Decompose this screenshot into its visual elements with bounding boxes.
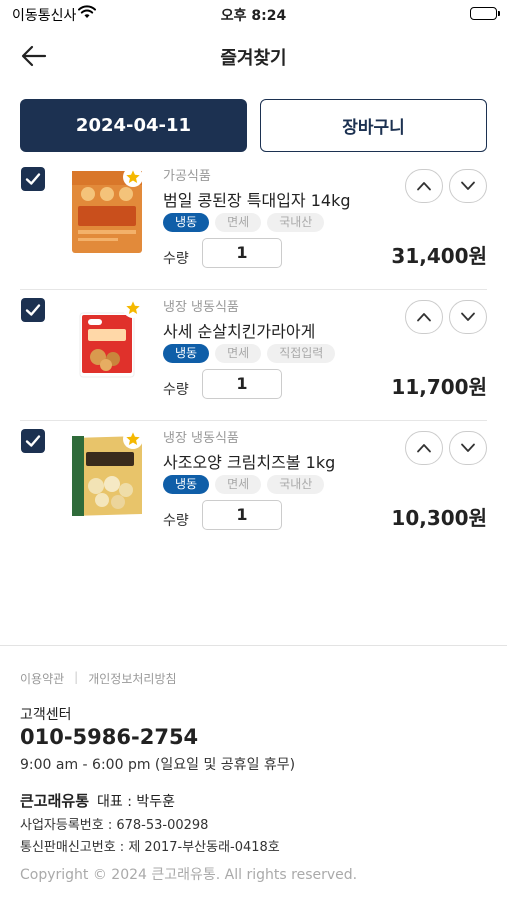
business-hours: 9:00 am - 6:00 pm (일요일 및 공휴일 휴무) bbox=[20, 757, 296, 773]
item-tags: 냉동 면세 국내산 bbox=[163, 213, 325, 232]
clock: 오후 8:24 bbox=[220, 8, 287, 24]
list-item: 냉장 냉동식품 사세 순살치킨가라아게 냉동 면세 직접입력 수량 1 11,7… bbox=[0, 291, 507, 421]
move-down-button[interactable] bbox=[449, 300, 487, 334]
page-title: 즐겨찾기 bbox=[220, 48, 287, 69]
quantity-input[interactable]: 1 bbox=[202, 238, 282, 268]
quantity-label: 수량 bbox=[163, 382, 189, 398]
footer-links: 이용약관 | 개인정보처리방침 bbox=[20, 670, 177, 687]
item-checkbox[interactable] bbox=[21, 298, 45, 322]
quantity-label: 수량 bbox=[163, 513, 189, 529]
customer-center-label: 고객센터 bbox=[20, 707, 72, 723]
quantity-input[interactable]: 1 bbox=[202, 500, 282, 530]
tag-tax-free: 면세 bbox=[215, 344, 262, 363]
item-price: 31,400원 bbox=[391, 244, 487, 268]
list-item: 가공식품 범일 콩된장 특대입자 14kg 냉동 면세 국내산 수량 1 31,… bbox=[0, 160, 507, 290]
chevron-up-icon bbox=[417, 444, 431, 453]
tag-origin: 직접입력 bbox=[267, 344, 336, 363]
divider bbox=[20, 289, 487, 290]
cart-button[interactable]: 장바구니 bbox=[260, 99, 487, 152]
chevron-up-icon bbox=[417, 313, 431, 322]
tag-frozen: 냉동 bbox=[163, 475, 210, 494]
check-icon bbox=[25, 304, 41, 316]
status-bar: 이동통신사 오후 8:24 bbox=[0, 0, 507, 30]
tag-tax-free: 면세 bbox=[215, 213, 262, 232]
item-name: 범일 콩된장 특대입자 14kg bbox=[163, 191, 351, 210]
divider bbox=[20, 420, 487, 421]
chevron-down-icon bbox=[461, 312, 475, 321]
chevron-up-icon bbox=[417, 182, 431, 191]
business-registration: 사업자등록번호 : 678-53-00298 bbox=[20, 818, 209, 833]
item-name: 사세 순살치킨가라아게 bbox=[163, 322, 316, 341]
header: 즐겨찾기 bbox=[0, 36, 507, 76]
company-name: 큰고래유통 bbox=[20, 792, 90, 810]
move-up-button[interactable] bbox=[405, 169, 443, 203]
terms-link[interactable]: 이용약관 bbox=[20, 670, 64, 687]
copyright: Copyright © 2024 큰고래유통. All rights reser… bbox=[20, 867, 358, 883]
link-divider: | bbox=[74, 670, 79, 684]
date-button[interactable]: 2024-04-11 bbox=[20, 99, 247, 152]
item-tags: 냉동 면세 국내산 bbox=[163, 475, 325, 494]
item-tags: 냉동 면세 직접입력 bbox=[163, 344, 336, 363]
item-category: 냉장 냉동식품 bbox=[163, 300, 239, 315]
quantity-label: 수량 bbox=[163, 251, 189, 267]
footer: 이용약관 | 개인정보처리방침 고객센터 010-5986-2754 9:00 … bbox=[0, 645, 507, 900]
favorite-star-icon[interactable] bbox=[123, 429, 143, 449]
chevron-down-icon bbox=[461, 443, 475, 452]
tag-origin: 국내산 bbox=[267, 475, 325, 494]
quantity-input[interactable]: 1 bbox=[202, 369, 282, 399]
favorite-star-icon[interactable] bbox=[123, 167, 143, 187]
favorite-star-icon[interactable] bbox=[123, 298, 143, 318]
customer-center-phone[interactable]: 010-5986-2754 bbox=[20, 725, 198, 749]
move-down-button[interactable] bbox=[449, 431, 487, 465]
tag-tax-free: 면세 bbox=[215, 475, 262, 494]
tag-frozen: 냉동 bbox=[163, 213, 210, 232]
mail-order-registration: 통신판매신고번호 : 제 2017-부산동래-0418호 bbox=[20, 840, 280, 855]
privacy-link[interactable]: 개인정보처리방침 bbox=[88, 670, 176, 687]
list-item: 냉장 냉동식품 사조오양 크림치즈볼 1kg 냉동 면세 국내산 수량 1 10… bbox=[0, 422, 507, 552]
check-icon bbox=[25, 173, 41, 185]
item-category: 냉장 냉동식품 bbox=[163, 431, 239, 446]
item-price: 10,300원 bbox=[391, 506, 487, 530]
item-name: 사조오양 크림치즈볼 1kg bbox=[163, 453, 336, 472]
item-price: 11,700원 bbox=[391, 375, 487, 399]
battery-icon bbox=[470, 7, 500, 20]
item-category: 가공식품 bbox=[163, 169, 211, 184]
ceo-name: 대표 : 박두훈 bbox=[97, 794, 176, 810]
chevron-down-icon bbox=[461, 181, 475, 190]
move-up-button[interactable] bbox=[405, 431, 443, 465]
item-checkbox[interactable] bbox=[21, 429, 45, 453]
move-up-button[interactable] bbox=[405, 300, 443, 334]
check-icon bbox=[25, 435, 41, 447]
tag-origin: 국내산 bbox=[267, 213, 325, 232]
item-checkbox[interactable] bbox=[21, 167, 45, 191]
company-info: 큰고래유통 대표 : 박두훈 bbox=[20, 790, 175, 811]
tag-frozen: 냉동 bbox=[163, 344, 210, 363]
move-down-button[interactable] bbox=[449, 169, 487, 203]
